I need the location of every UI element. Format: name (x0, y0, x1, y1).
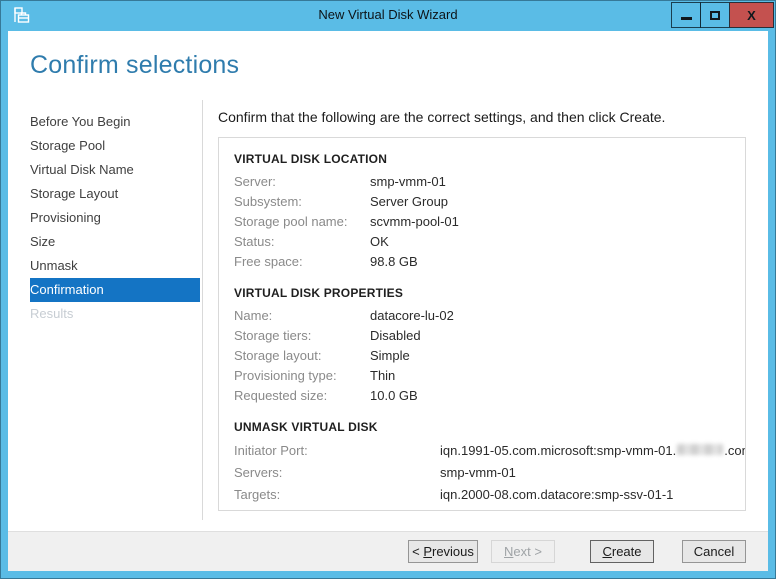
sidebar-item-size[interactable]: Size (30, 230, 200, 254)
section-title: VIRTUAL DISK LOCATION (234, 152, 735, 166)
field-value: Thin (370, 366, 395, 386)
create-button[interactable]: Create (590, 540, 654, 563)
field-label: Free space: (234, 252, 370, 272)
field-row: Targets: iqn.2000-08.com.datacore:smp-ss… (234, 484, 735, 506)
field-row: Storage tiers: Disabled (234, 326, 735, 346)
field-row: Requested size: 10.0 GB (234, 386, 735, 406)
wizard-window: New Virtual Disk Wizard X Confirm select… (0, 0, 776, 579)
instruction-text: Confirm that the following are the corre… (218, 109, 665, 125)
sidebar-item-unmask[interactable]: Unmask (30, 254, 200, 278)
sidebar-item-virtual-disk-name[interactable]: Virtual Disk Name (30, 158, 200, 182)
field-label: Requested size: (234, 386, 370, 406)
button-bar: < Previous Next > Create Cancel (8, 531, 768, 571)
field-label: Storage layout: (234, 346, 370, 366)
window-title: New Virtual Disk Wizard (0, 7, 776, 22)
field-label: Servers: (234, 462, 440, 484)
field-value: Disabled (370, 326, 421, 346)
title-bar: New Virtual Disk Wizard X (0, 0, 776, 31)
field-label: Provisioning type: (234, 366, 370, 386)
page-title: Confirm selections (30, 51, 239, 80)
section-virtual-disk-location: VIRTUAL DISK LOCATION Server: smp-vmm-01… (234, 152, 735, 272)
field-row: Subsystem: Server Group (234, 192, 735, 212)
previous-button[interactable]: < Previous (408, 540, 478, 563)
cancel-button[interactable]: Cancel (682, 540, 746, 563)
field-label: Name: (234, 306, 370, 326)
field-row: Server: smp-vmm-01 (234, 172, 735, 192)
field-value: Server Group (370, 192, 448, 212)
sidebar-item-provisioning[interactable]: Provisioning (30, 206, 200, 230)
field-value: 10.0 GB (370, 386, 418, 406)
field-row: Free space: 98.8 GB (234, 252, 735, 272)
section-title: VIRTUAL DISK PROPERTIES (234, 286, 735, 300)
field-value: datacore-lu-02 (370, 306, 454, 326)
sidebar-divider (202, 100, 203, 520)
client-area: Confirm selections Before You Begin Stor… (8, 31, 768, 571)
section-unmask-virtual-disk: UNMASK VIRTUAL DISK Initiator Port: iqn.… (234, 420, 735, 506)
field-label: Server: (234, 172, 370, 192)
close-button[interactable]: X (729, 2, 774, 28)
next-button: Next > (491, 540, 555, 563)
field-label: Storage pool name: (234, 212, 370, 232)
sidebar-item-results: Results (30, 302, 200, 326)
field-label: Initiator Port: (234, 440, 440, 462)
sidebar-item-before-you-begin[interactable]: Before You Begin (30, 110, 200, 134)
initiator-port-suffix: .com (724, 443, 746, 458)
field-row: Status: OK (234, 232, 735, 252)
sidebar-item-storage-layout[interactable]: Storage Layout (30, 182, 200, 206)
field-row: Storage layout: Simple (234, 346, 735, 366)
field-row: Name: datacore-lu-02 (234, 306, 735, 326)
field-value: Simple (370, 346, 410, 366)
field-label: Targets: (234, 484, 440, 506)
field-value: smp-vmm-01 (440, 462, 516, 484)
field-label: Storage tiers: (234, 326, 370, 346)
sidebar-item-storage-pool[interactable]: Storage Pool (30, 134, 200, 158)
window-controls: X (672, 2, 774, 28)
maximize-button[interactable] (700, 2, 730, 28)
initiator-port-prefix: iqn.1991-05.com.microsoft:smp-vmm-01. (440, 443, 676, 458)
field-row: Initiator Port: iqn.1991-05.com.microsof… (234, 440, 735, 462)
field-label: Status: (234, 232, 370, 252)
field-value: OK (370, 232, 389, 252)
field-value: iqn.2000-08.com.datacore:smp-ssv-01-1 (440, 484, 673, 506)
field-value: iqn.1991-05.com.microsoft:smp-vmm-01. .co… (440, 440, 746, 462)
section-title: UNMASK VIRTUAL DISK (234, 420, 735, 434)
wizard-steps-sidebar: Before You Begin Storage Pool Virtual Di… (8, 110, 202, 326)
field-label: Subsystem: (234, 192, 370, 212)
field-value: 98.8 GB (370, 252, 418, 272)
field-row: Servers: smp-vmm-01 (234, 462, 735, 484)
summary-panel: VIRTUAL DISK LOCATION Server: smp-vmm-01… (218, 137, 746, 511)
field-value: scvmm-pool-01 (370, 212, 459, 232)
redacted-text (677, 444, 723, 455)
close-icon: X (747, 9, 756, 22)
minimize-icon (681, 17, 692, 20)
sidebar-item-confirmation[interactable]: Confirmation (30, 278, 200, 302)
field-row: Storage pool name: scvmm-pool-01 (234, 212, 735, 232)
minimize-button[interactable] (671, 2, 701, 28)
section-virtual-disk-properties: VIRTUAL DISK PROPERTIES Name: datacore-l… (234, 286, 735, 406)
field-row: Provisioning type: Thin (234, 366, 735, 386)
maximize-icon (710, 11, 720, 20)
field-value: smp-vmm-01 (370, 172, 446, 192)
